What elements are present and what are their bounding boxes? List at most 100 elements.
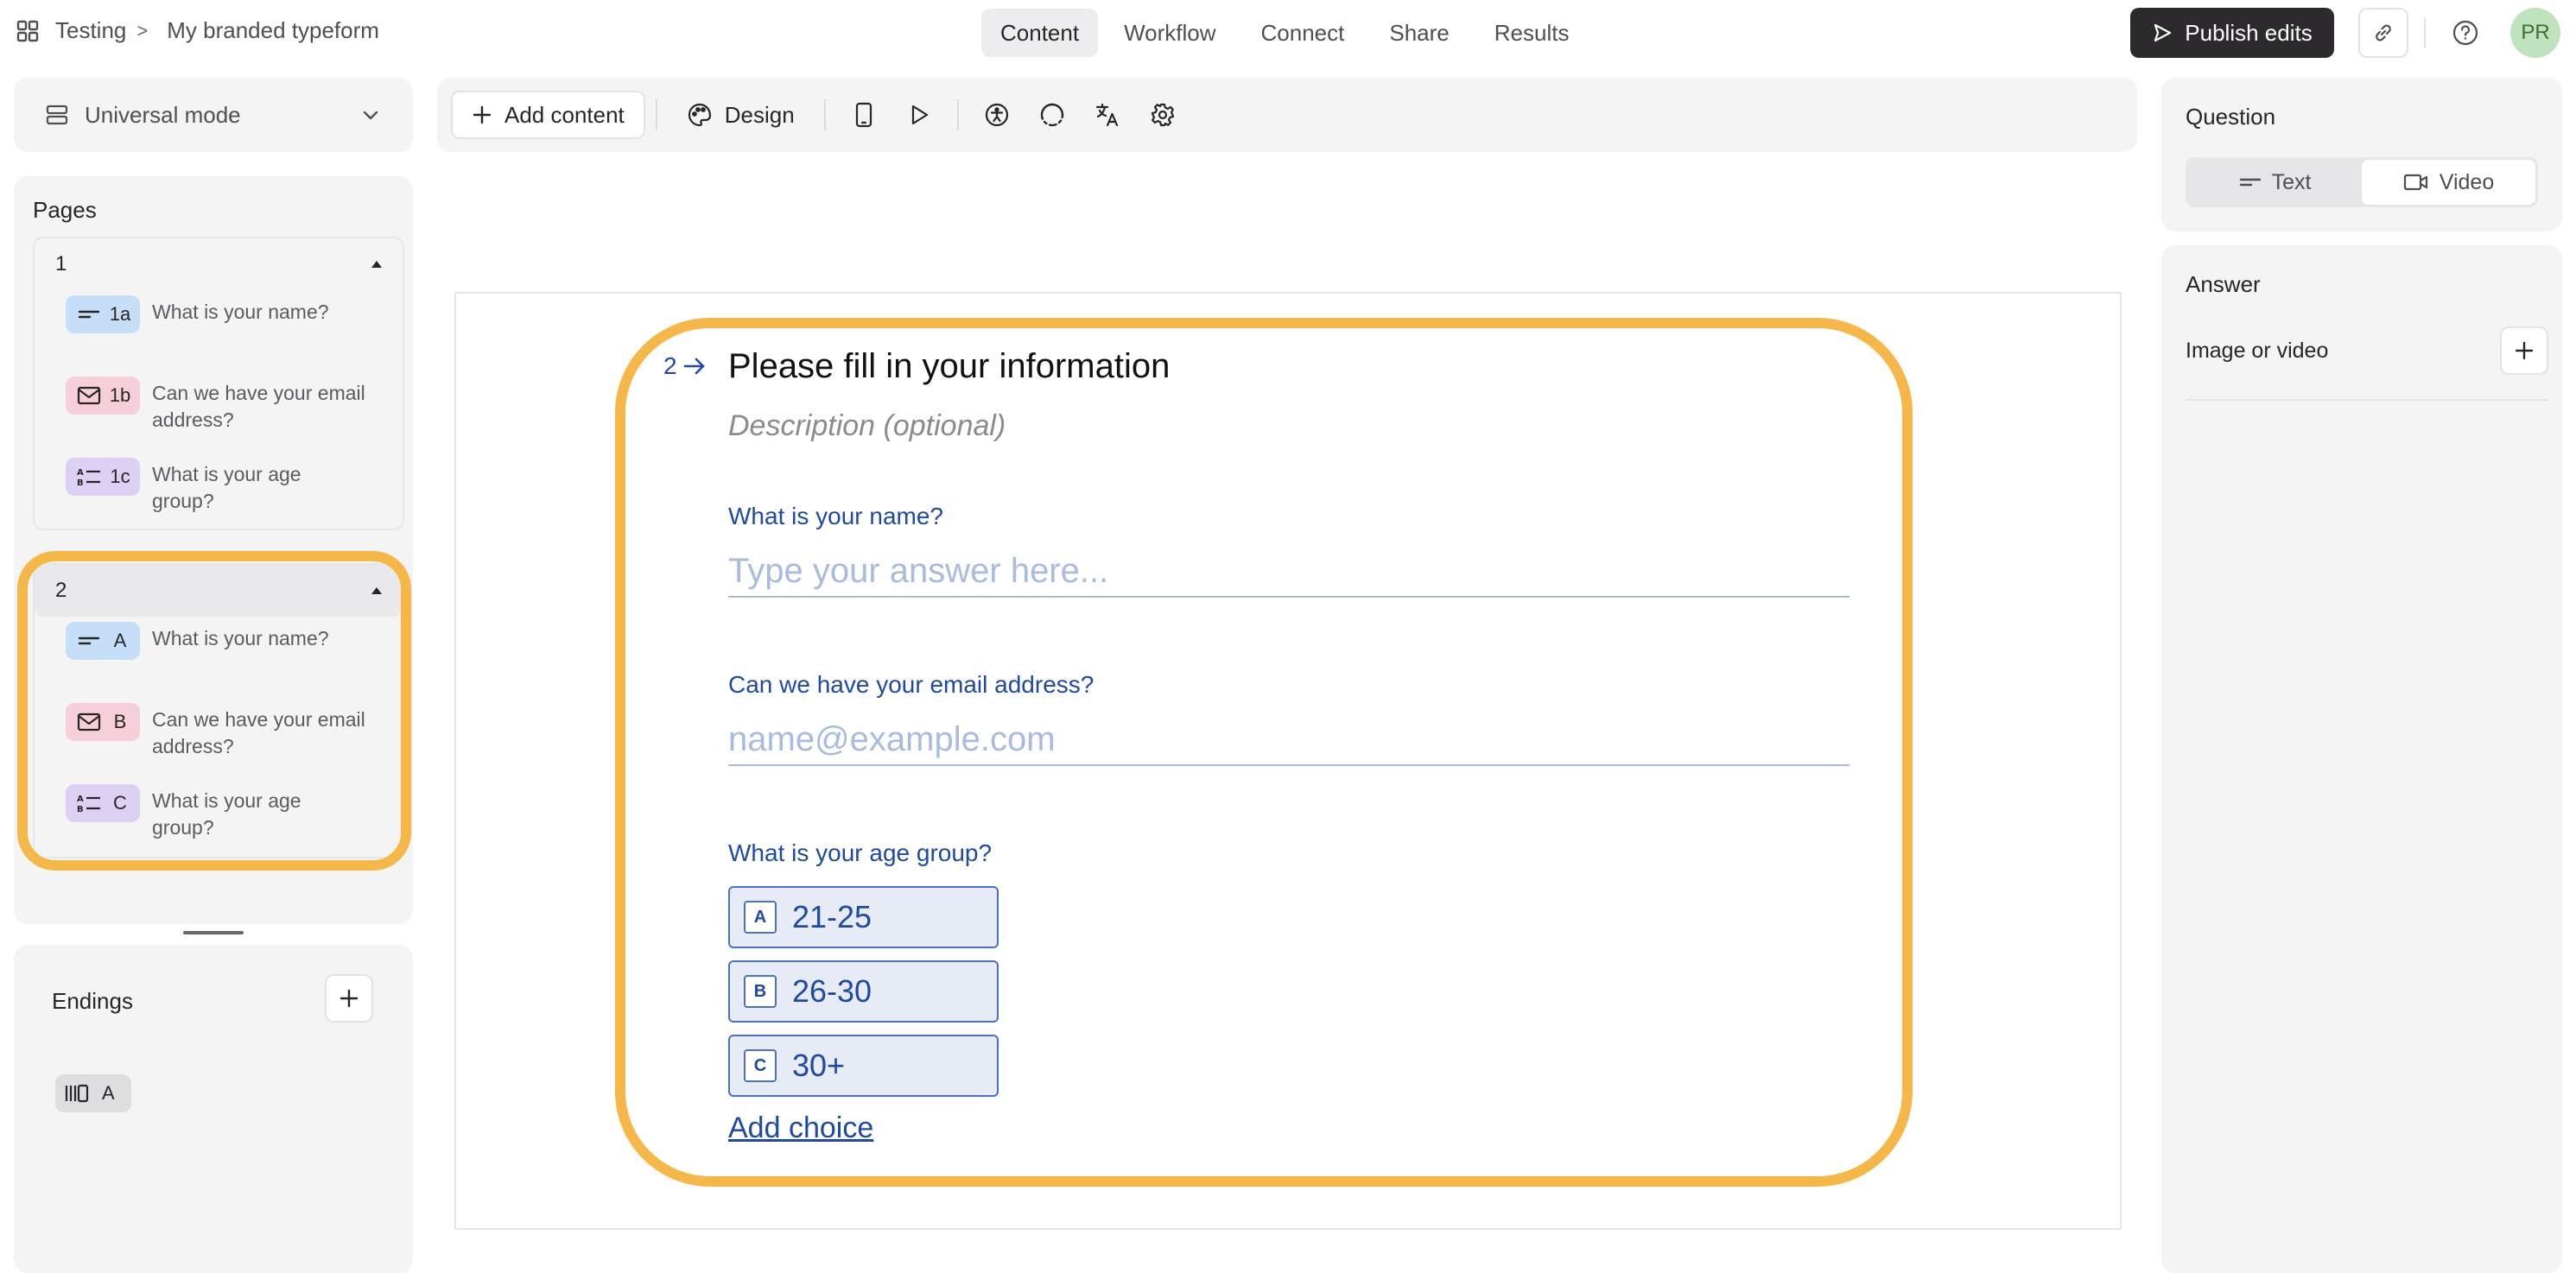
question-label: What is your name? — [152, 627, 329, 649]
add-ending-button[interactable] — [325, 974, 373, 1023]
question-badge: B — [66, 703, 140, 741]
translate-button[interactable] — [1080, 91, 1135, 139]
question-label: What is your age group? — [152, 789, 301, 839]
age-group-label[interactable]: What is your age group? — [728, 839, 992, 867]
choice-option[interactable]: B 26-30 — [728, 960, 999, 1023]
publish-button-label: Publish edits — [2185, 19, 2313, 46]
question-description[interactable]: Description (optional) — [728, 409, 1006, 443]
page-group-header[interactable]: 1 — [35, 238, 403, 290]
apps-grid-icon[interactable] — [16, 19, 40, 43]
chevron-down-icon — [363, 111, 378, 120]
question-badge: 1b — [66, 377, 140, 415]
breadcrumb: Testing > My branded typeform — [16, 17, 379, 44]
page-group-number: 1 — [55, 252, 67, 276]
question-number: 2 — [663, 352, 707, 380]
tab-content[interactable]: Content — [981, 9, 1099, 57]
list-item[interactable]: A What is your name? — [35, 617, 403, 698]
list-item[interactable]: B Can we have your email address? — [35, 698, 403, 779]
list-item[interactable]: AB 1c What is your age group? — [35, 453, 403, 534]
design-label: Design — [724, 101, 795, 128]
tab-connect[interactable]: Connect — [1242, 9, 1364, 57]
breadcrumb-separator: > — [136, 19, 149, 41]
question-code: 1b — [109, 384, 131, 406]
add-content-button[interactable]: Add content — [451, 91, 645, 139]
publish-button[interactable]: Publish edits — [2130, 8, 2334, 58]
tab-workflow[interactable]: Workflow — [1105, 9, 1234, 57]
question-badge: 1a — [66, 295, 140, 333]
question-code: 1a — [109, 303, 131, 325]
video-toggle[interactable]: Video — [2362, 160, 2535, 205]
plus-icon — [473, 105, 492, 124]
arrow-right-icon — [683, 358, 704, 375]
resize-handle[interactable] — [183, 931, 244, 934]
collapse-arrow-icon[interactable] — [370, 586, 384, 596]
add-choice-link[interactable]: Add choice — [728, 1112, 873, 1145]
choice-option[interactable]: A 21-25 — [728, 886, 999, 948]
question-label: Can we have your email address? — [152, 708, 365, 757]
help-button[interactable] — [2450, 17, 2481, 48]
help-icon — [2452, 20, 2478, 46]
list-item[interactable]: AB C What is your age group? — [35, 779, 403, 860]
question-label: What is your age group? — [152, 463, 301, 512]
pages-panel: Pages 1 1a What is your name? 1b Can we … — [14, 176, 413, 924]
email-field[interactable]: name@example.com — [728, 714, 1850, 766]
page-group-number: 2 — [55, 579, 67, 602]
list-item[interactable]: 1b Can we have your email address? — [35, 371, 403, 453]
short-text-icon — [78, 310, 100, 319]
multiple-choice-icon: AB — [77, 795, 100, 814]
tab-results[interactable]: Results — [1475, 9, 1589, 57]
svg-text:B: B — [77, 805, 84, 814]
gear-icon — [1151, 103, 1174, 127]
choice-key: C — [744, 1049, 777, 1082]
question-label: What is your name? — [152, 301, 329, 323]
name-field-label[interactable]: What is your name? — [728, 503, 943, 530]
preview-button[interactable] — [891, 91, 947, 139]
collapse-arrow-icon[interactable] — [370, 259, 384, 269]
answer-settings-panel: Answer Image or video — [2161, 245, 2562, 1273]
choice-text: 26-30 — [792, 973, 872, 1009]
ending-icon — [65, 1084, 89, 1103]
choice-text: 30+ — [792, 1048, 846, 1083]
settings-button[interactable] — [1135, 91, 1190, 139]
text-toggle-label: Text — [2271, 169, 2312, 194]
add-content-label: Add content — [504, 101, 625, 128]
question-code: 1c — [110, 466, 130, 487]
mail-icon — [77, 712, 101, 732]
mobile-preview-button[interactable] — [836, 91, 891, 139]
accessibility-button[interactable] — [969, 91, 1025, 139]
mobile-icon — [855, 102, 872, 128]
question-type-toggle: Text Video — [2186, 157, 2538, 207]
breadcrumb-form-name[interactable]: My branded typeform — [167, 17, 379, 44]
toolbar-divider — [655, 99, 657, 130]
add-media-button[interactable] — [2500, 326, 2548, 375]
endings-panel: Endings A — [14, 945, 413, 1273]
copy-link-button[interactable] — [2358, 8, 2408, 58]
text-toggle[interactable]: Text — [2188, 160, 2362, 205]
ending-item[interactable]: A — [55, 1074, 131, 1112]
question-title[interactable]: Please fill in your information — [728, 347, 1170, 386]
email-field-label[interactable]: Can we have your email address? — [728, 671, 1094, 699]
question-code: C — [113, 792, 127, 814]
play-icon — [911, 104, 928, 125]
answer-panel-title: Answer — [2186, 271, 2261, 297]
choice-key: B — [744, 975, 777, 1008]
image-or-video-label: Image or video — [2186, 338, 2329, 363]
question-code: B — [113, 711, 127, 732]
toolbar-divider — [956, 99, 959, 130]
breadcrumb-workspace[interactable]: Testing — [55, 17, 126, 44]
plus-icon — [339, 989, 358, 1008]
mode-selector[interactable]: Universal mode — [14, 78, 413, 152]
short-text-icon — [78, 636, 100, 645]
choice-option[interactable]: C 30+ — [728, 1035, 999, 1097]
list-item[interactable]: 1a What is your name? — [35, 290, 403, 371]
ending-code: A — [102, 1082, 115, 1104]
send-icon — [2154, 23, 2172, 42]
design-button[interactable]: Design — [668, 91, 814, 139]
accessibility-icon — [985, 103, 1008, 127]
link-icon — [2376, 24, 2391, 41]
tab-share[interactable]: Share — [1370, 9, 1468, 57]
avatar[interactable]: PR — [2510, 8, 2560, 58]
name-field[interactable]: Type your answer here... — [728, 546, 1850, 598]
progress-button[interactable] — [1025, 91, 1080, 139]
page-group-header[interactable]: 2 — [35, 565, 403, 617]
